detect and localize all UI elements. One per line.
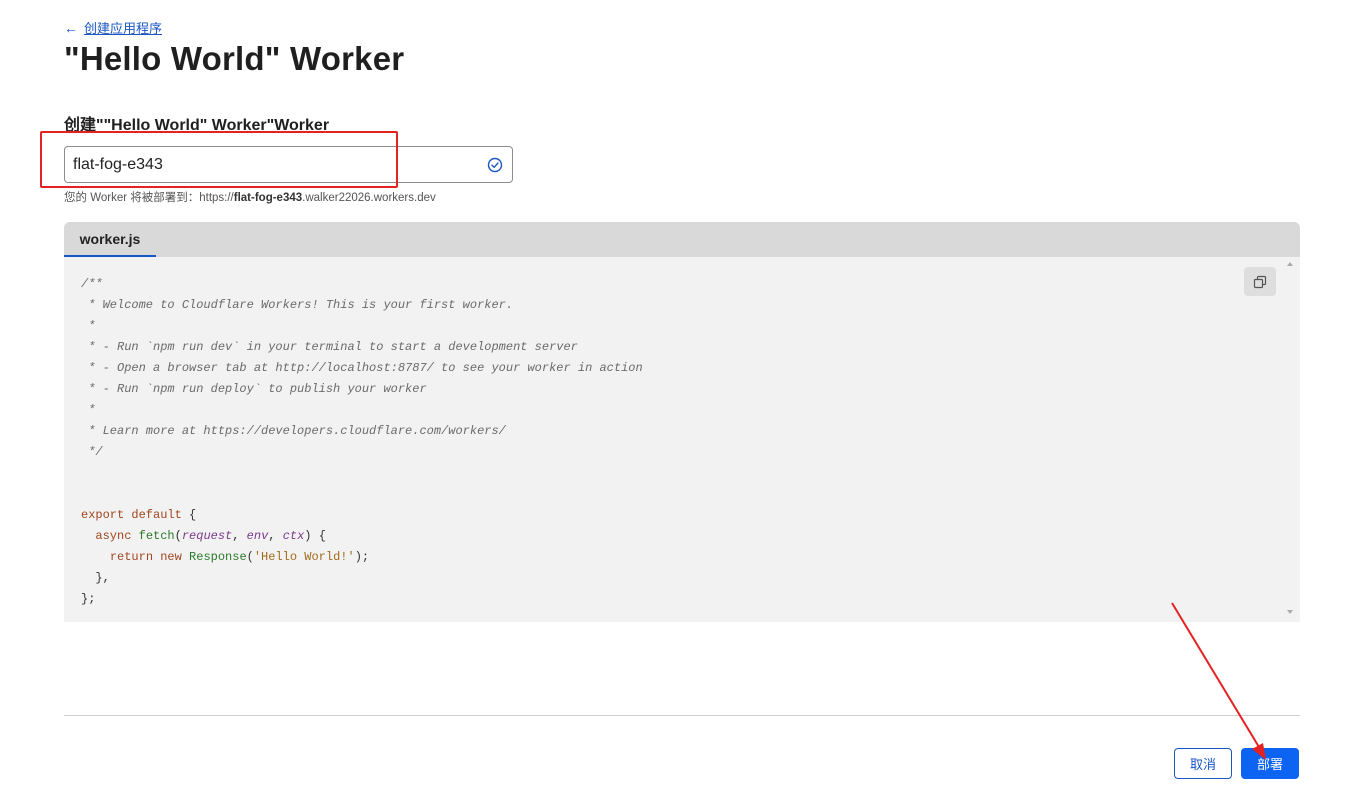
code-keyword: async [95, 529, 132, 543]
worker-name-field [64, 146, 513, 183]
code-line: /** [81, 277, 103, 291]
scroll-down-arrow[interactable] [1287, 610, 1293, 614]
worker-name-input[interactable] [65, 147, 512, 182]
code-param: ctx [282, 529, 305, 543]
code-content[interactable]: /** * Welcome to Cloudflare Workers! Thi… [81, 274, 643, 610]
code-line: * - Run `npm run dev` in your terminal t… [81, 340, 578, 354]
page-title: "Hello World" Worker [64, 40, 405, 77]
code-line: * [81, 403, 96, 417]
code-param: request [181, 529, 233, 543]
arrow-left-icon: ← [64, 19, 78, 36]
code-token: ( [174, 529, 182, 543]
code-line: */ [81, 445, 103, 459]
footer-divider [64, 715, 1300, 716]
cancel-button[interactable]: 取消 [1174, 748, 1232, 779]
check-circle-icon [487, 157, 503, 173]
code-token: { [181, 508, 197, 522]
scroll-up-arrow[interactable] [1287, 262, 1293, 266]
copy-icon [1253, 275, 1267, 288]
hint-suffix: .walker22026.workers.dev [302, 192, 436, 204]
code-line: * - Open a browser tab at http://localho… [81, 361, 643, 375]
code-token: ) { [304, 529, 326, 543]
hint-prefix: 您的 Worker 将被部署到：https:// [64, 192, 234, 204]
back-link-label: 创建应用程序 [84, 21, 163, 36]
deploy-button[interactable]: 部署 [1241, 748, 1299, 779]
deploy-url-hint: 您的 Worker 将被部署到：https://flat-fog-e343.wa… [64, 189, 436, 205]
code-line: }, [81, 571, 110, 585]
code-keyword: export default [81, 508, 182, 522]
code-editor[interactable]: worker.js /** * Welcome to Cloudflare Wo… [64, 222, 1300, 622]
hint-subdomain: flat-fog-e343 [233, 192, 303, 204]
code-line: * Welcome to Cloudflare Workers! This is… [81, 298, 514, 312]
code-line: }; [81, 592, 96, 606]
code-function: fetch [138, 529, 175, 543]
copy-code-button[interactable] [1244, 267, 1276, 296]
code-string: 'Hello World!' [253, 550, 355, 564]
code-keyword: new [160, 550, 182, 564]
code-line: * Learn more at https://developers.cloud… [81, 424, 506, 438]
code-keyword: return [109, 550, 154, 564]
editor-tab-bar: worker.js [64, 222, 1300, 257]
code-line: * - Run `npm run deploy` to publish your… [81, 382, 427, 396]
worker-name-label: 创建""Hello World" Worker"Worker [64, 117, 330, 134]
code-function: Response [189, 550, 247, 564]
back-link[interactable]: ← 创建应用程序 [64, 18, 162, 37]
code-line: * [81, 319, 96, 333]
code-param: env [246, 529, 269, 543]
tab-worker-js[interactable]: worker.js [64, 222, 156, 257]
